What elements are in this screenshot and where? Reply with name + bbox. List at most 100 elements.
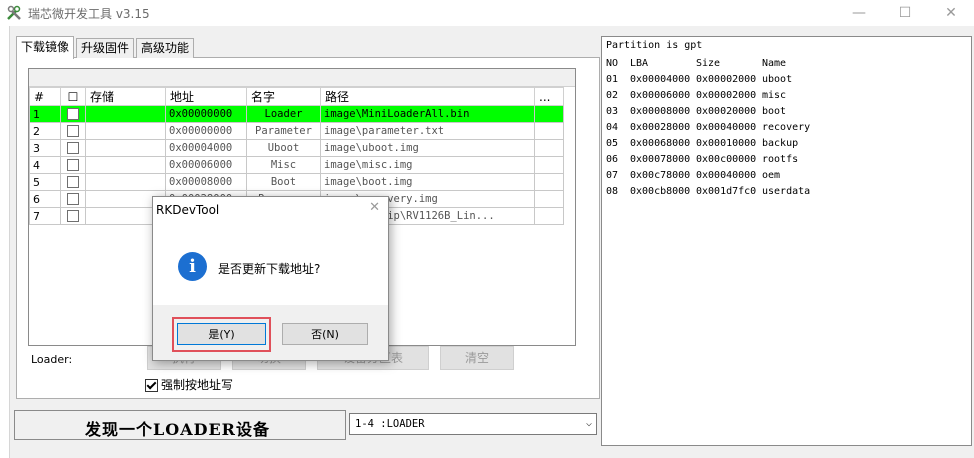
clear-button[interactable]: 清空: [440, 346, 514, 370]
partition-col-name: Name: [762, 57, 787, 69]
force-address-checkbox[interactable]: 强制按地址写: [145, 376, 233, 393]
row-checkbox[interactable]: [60, 173, 86, 191]
checkbox-icon[interactable]: [67, 142, 79, 154]
row-path[interactable]: image\MiniLoaderAll.bin: [320, 105, 535, 123]
col-header-storage[interactable]: 存储: [85, 87, 166, 106]
col-header-path[interactable]: 路径: [320, 87, 535, 106]
minimize-button[interactable]: —: [836, 0, 882, 26]
col-header-address[interactable]: 地址: [165, 87, 247, 106]
partition-header: Partition is gpt: [606, 40, 703, 51]
status-message: 发现一个LOADER设备: [85, 420, 270, 439]
partition-size: 0x00002000: [696, 89, 757, 101]
partition-header-row: NO LBA Size Name: [606, 55, 810, 71]
partition-col-size: Size: [696, 57, 721, 69]
partition-name: oem: [762, 169, 781, 181]
checkbox-icon[interactable]: [67, 125, 79, 137]
partition-size: 0x00040000: [696, 169, 757, 181]
row-path[interactable]: image\misc.img: [320, 156, 535, 174]
partition-lba: 0x00008000: [630, 105, 691, 117]
partition-no: 04: [606, 121, 619, 133]
partition-size: 0x001d7fc0: [696, 185, 757, 197]
row-checkbox[interactable]: [60, 190, 86, 208]
partition-row: 01 0x00004000 0x00002000 uboot: [606, 71, 810, 87]
table-row[interactable]: 5 0x00008000 Boot image\boot.img: [29, 173, 564, 191]
checkbox-checked-icon[interactable]: [145, 379, 158, 392]
partition-name: recovery: [762, 121, 811, 133]
row-name[interactable]: Loader: [246, 105, 321, 123]
row-storage: [85, 173, 166, 191]
partition-no: 07: [606, 169, 619, 181]
row-address[interactable]: 0x00004000: [165, 139, 247, 157]
col-header-more[interactable]: ...: [534, 87, 564, 106]
tab-upgrade-firmware[interactable]: 升级固件: [76, 38, 135, 58]
partition-row: 04 0x00028000 0x00040000 recovery: [606, 119, 810, 135]
row-path[interactable]: image\parameter.txt: [320, 122, 535, 140]
partition-size: 0x00c00000: [696, 153, 757, 165]
row-more[interactable]: [534, 173, 564, 191]
row-address[interactable]: 0x00000000: [165, 122, 247, 140]
row-more[interactable]: [534, 156, 564, 174]
partition-row: 05 0x00068000 0x00010000 backup: [606, 135, 810, 151]
partition-size: 0x00002000: [696, 73, 757, 85]
checkbox-icon[interactable]: [67, 210, 79, 222]
row-checkbox[interactable]: [60, 139, 86, 157]
col-header-index[interactable]: #: [29, 87, 61, 106]
row-index: 3: [29, 139, 61, 157]
close-button[interactable]: ✕: [928, 0, 974, 26]
col-header-name[interactable]: 名字: [246, 87, 321, 106]
tab-advanced-functions[interactable]: 高级功能: [136, 38, 195, 58]
partition-row: 08 0x00cb8000 0x001d7fc0 userdata: [606, 183, 810, 199]
row-more[interactable]: [534, 139, 564, 157]
partition-no: 01: [606, 73, 619, 85]
maximize-button[interactable]: ☐: [882, 0, 928, 26]
row-index: 4: [29, 156, 61, 174]
row-name[interactable]: Parameter: [246, 122, 321, 140]
row-more[interactable]: [534, 122, 564, 140]
row-index: 1: [29, 105, 61, 123]
row-name[interactable]: Boot: [246, 173, 321, 191]
tab-download-image[interactable]: 下载镜像: [16, 36, 75, 59]
row-checkbox[interactable]: [60, 207, 86, 225]
device-select[interactable]: 1-4 :LOADER ⌵: [349, 413, 597, 435]
force-address-label: 强制按地址写: [161, 378, 234, 392]
partition-col-lba: LBA: [630, 57, 649, 69]
dialog-message: 是否更新下载地址?: [218, 262, 321, 276]
row-more[interactable]: [534, 207, 564, 225]
partition-lba: 0x00cb8000: [630, 185, 691, 197]
checkbox-icon[interactable]: [67, 159, 79, 171]
window-title: 瑞芯微开发工具 v3.15: [28, 7, 150, 21]
row-checkbox[interactable]: [60, 105, 86, 123]
partition-size: 0x00010000: [696, 137, 757, 149]
row-address[interactable]: 0x00006000: [165, 156, 247, 174]
no-button[interactable]: 否(N): [282, 323, 368, 345]
row-path[interactable]: image\boot.img: [320, 173, 535, 191]
device-select-value: 1-4 :LOADER: [355, 418, 425, 430]
checkbox-icon[interactable]: [67, 108, 79, 120]
partition-row: 02 0x00006000 0x00002000 misc: [606, 87, 810, 103]
partition-info-panel[interactable]: Partition is gpt NO LBA Size Name 01 0x000040…: [601, 36, 972, 446]
row-name[interactable]: Misc: [246, 156, 321, 174]
row-path[interactable]: image\uboot.img: [320, 139, 535, 157]
table-row[interactable]: 4 0x00006000 Misc image\misc.img: [29, 156, 564, 174]
row-checkbox[interactable]: [60, 156, 86, 174]
yes-button[interactable]: 是(Y): [177, 323, 266, 345]
dialog-close-icon[interactable]: ✕: [369, 200, 380, 215]
checkbox-icon[interactable]: [67, 193, 79, 205]
row-name[interactable]: Uboot: [246, 139, 321, 157]
row-address[interactable]: 0x00000000: [165, 105, 247, 123]
row-more[interactable]: [534, 190, 564, 208]
row-more[interactable]: [534, 105, 564, 123]
table-row[interactable]: 1 0x00000000 Loader image\MiniLoaderAll.bin: [29, 105, 564, 123]
checkbox-icon[interactable]: [67, 176, 79, 188]
table-row[interactable]: 3 0x00004000 Uboot image\uboot.img: [29, 139, 564, 157]
row-index: 2: [29, 122, 61, 140]
col-header-check[interactable]: ☐: [60, 87, 86, 106]
loader-label: Loader:: [31, 353, 73, 366]
table-row[interactable]: 2 0x00000000 Parameter image\parameter.txt: [29, 122, 564, 140]
chevron-down-icon[interactable]: ⌵: [586, 414, 592, 434]
partition-size: 0x00040000: [696, 121, 757, 133]
row-address[interactable]: 0x00008000: [165, 173, 247, 191]
partition-name: backup: [762, 137, 799, 149]
row-checkbox[interactable]: [60, 122, 86, 140]
table-top-strip: [29, 69, 575, 87]
